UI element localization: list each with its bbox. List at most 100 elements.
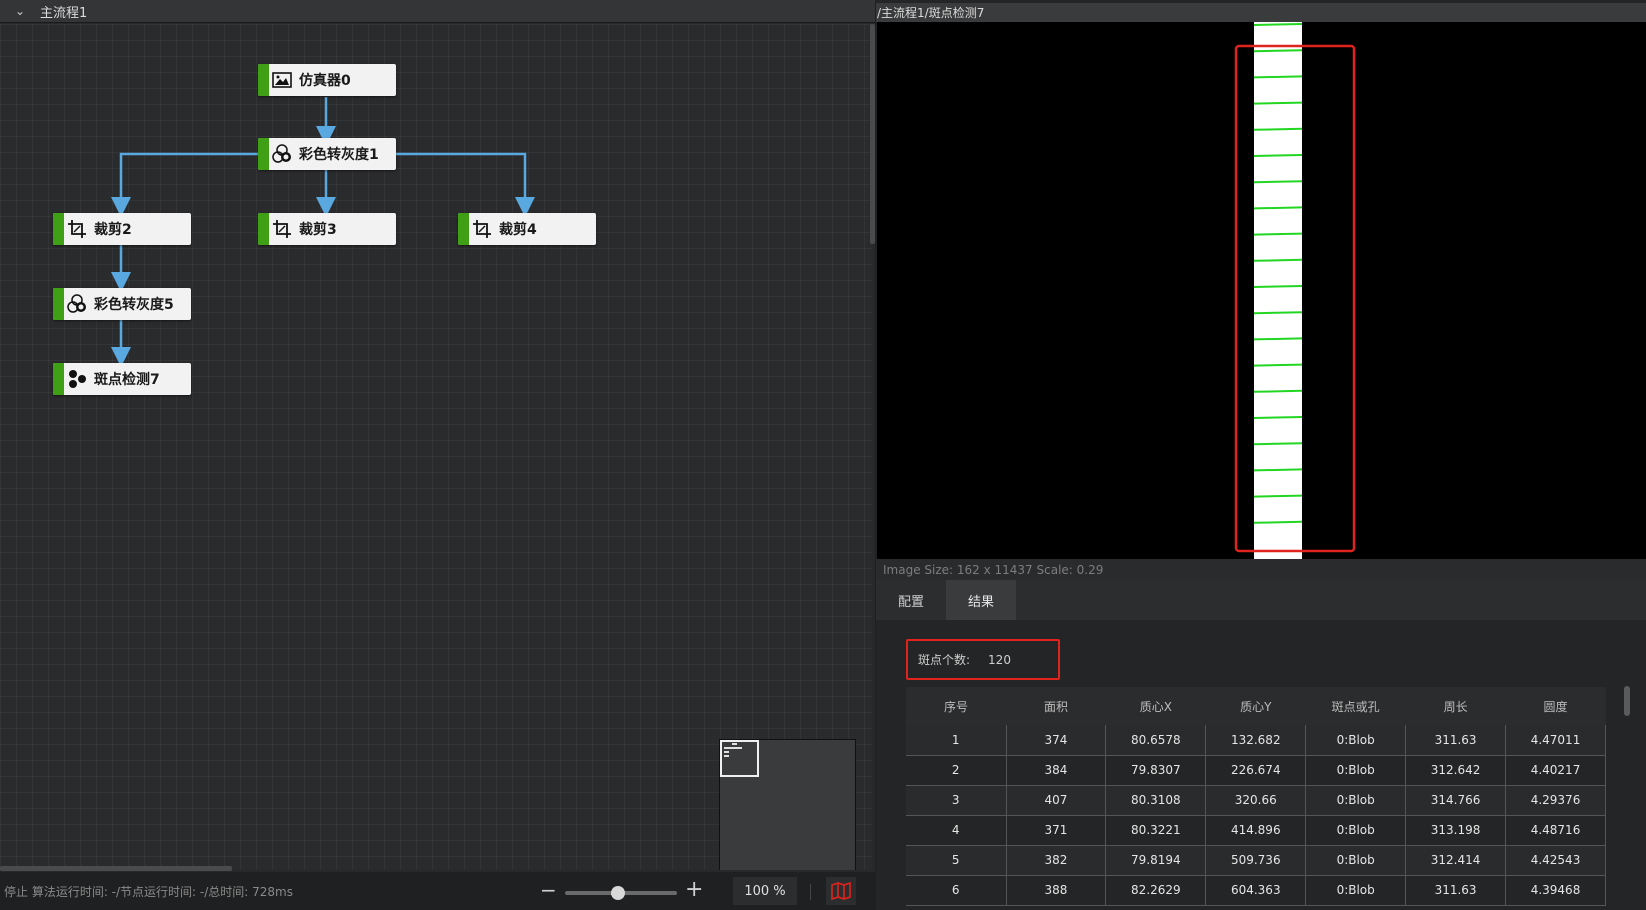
minimap-toggle-button[interactable] — [826, 877, 856, 905]
column-header[interactable]: 斑点或孔 — [1305, 687, 1406, 725]
table-cell: 0:Blob — [1305, 845, 1407, 876]
blob-boundary-line — [1253, 180, 1303, 184]
table-cell: 4.29376 — [1505, 785, 1606, 816]
separator — [810, 884, 811, 900]
blob-boundary-line — [1253, 468, 1303, 472]
blob-boundary-line — [1253, 75, 1303, 79]
flow-editor-panel: ⌄ 主流程1 仿真器0 彩色转灰度1 裁剪2 裁剪3 裁剪4 彩色转灰度5 斑点… — [0, 0, 875, 910]
zoom-in-button[interactable]: + — [685, 879, 703, 901]
table-cell: 0:Blob — [1305, 815, 1407, 846]
table-cell: 2 — [906, 755, 1007, 786]
table-cell: 4.39468 — [1505, 875, 1606, 906]
blob-count-label: 斑点个数: — [918, 653, 971, 667]
color-to-gray-icon — [64, 294, 90, 314]
color-to-gray-icon — [269, 144, 295, 164]
flow-canvas[interactable]: 仿真器0 彩色转灰度1 裁剪2 裁剪3 裁剪4 彩色转灰度5 斑点检测7 — [0, 24, 872, 870]
node-label: 裁剪4 — [499, 222, 537, 238]
blob-boundary-line — [1253, 285, 1303, 288]
table-cell: 388 — [1006, 875, 1107, 906]
crop-icon — [64, 219, 90, 239]
column-header[interactable]: 面积 — [1006, 687, 1106, 725]
zoom-slider-handle[interactable] — [611, 886, 625, 900]
table-row[interactable]: 2 384 79.8307 226.674 0:Blob 312.642 4.40217 — [906, 755, 1606, 786]
node-label: 裁剪3 — [299, 222, 337, 238]
node-blob-detect-7[interactable]: 斑点检测7 — [53, 363, 191, 395]
blob-boundary-line — [1253, 520, 1303, 524]
node-color-to-gray-5[interactable]: 彩色转灰度5 — [53, 288, 191, 320]
table-row[interactable]: 5 382 79.8194 509.736 0:Blob 312.414 4.42543 — [906, 845, 1606, 876]
table-cell: 414.896 — [1205, 815, 1307, 846]
node-status-bar — [258, 138, 269, 170]
table-cell: 226.674 — [1205, 755, 1307, 786]
blob-boundary-line — [1253, 49, 1303, 53]
minimap-viewport[interactable] — [720, 740, 759, 777]
zoom-level[interactable]: 100 % — [733, 877, 797, 905]
results-area: 斑点个数: 120 序号 面积 质心X 质心Y 斑点或孔 周长 圆度 1 374… — [876, 620, 1646, 910]
image-icon — [269, 72, 295, 88]
blob-count-box: 斑点个数: 120 — [906, 639, 1060, 680]
minimap[interactable] — [719, 739, 856, 870]
node-label: 彩色转灰度5 — [94, 297, 174, 313]
node-label: 裁剪2 — [94, 222, 132, 238]
results-table[interactable]: 序号 面积 质心X 质心Y 斑点或孔 周长 圆度 1 374 80.6578 132.… — [906, 687, 1614, 910]
blob-boundary-line — [1253, 23, 1303, 26]
image-viewer[interactable] — [877, 22, 1646, 559]
node-crop-3[interactable]: 裁剪3 — [258, 213, 396, 245]
table-row[interactable]: 4 371 80.3221 414.896 0:Blob 313.198 4.48716 — [906, 815, 1606, 846]
column-header[interactable]: 质心X — [1105, 687, 1206, 725]
blob-boundary-line — [1253, 311, 1303, 315]
edge-1-2 — [111, 152, 258, 217]
node-status-bar — [53, 213, 64, 245]
table-cell: 5 — [906, 845, 1007, 876]
blob-boundary-line — [1253, 416, 1303, 419]
table-cell: 312.414 — [1405, 845, 1507, 876]
table-cell: 80.3221 — [1105, 815, 1207, 846]
column-header[interactable]: 序号 — [906, 687, 1006, 725]
blob-boundary-line — [1253, 154, 1303, 157]
table-cell: 1 — [906, 725, 1007, 756]
table-cell: 80.6578 — [1105, 725, 1207, 756]
table-cell: 132.682 — [1205, 725, 1307, 756]
collapse-chevron-icon[interactable]: ⌄ — [0, 4, 40, 18]
flow-header: ⌄ 主流程1 — [0, 0, 875, 23]
node-color-to-gray-1[interactable]: 彩色转灰度1 — [258, 138, 396, 170]
blob-boundary-line — [1253, 389, 1303, 393]
table-cell: 374 — [1006, 725, 1107, 756]
map-icon — [831, 882, 851, 900]
table-cell: 3 — [906, 785, 1007, 816]
blob-boundary-line — [1253, 442, 1303, 446]
table-cell: 0:Blob — [1305, 875, 1407, 906]
column-header[interactable]: 圆度 — [1505, 687, 1606, 725]
tab-result[interactable]: 结果 — [946, 580, 1016, 620]
column-header[interactable]: 质心Y — [1205, 687, 1306, 725]
table-cell: 4.47011 — [1505, 725, 1606, 756]
node-crop-4[interactable]: 裁剪4 — [458, 213, 596, 245]
tab-config[interactable]: 配置 — [876, 580, 946, 620]
result-tabs: 配置 结果 — [876, 580, 1646, 620]
blob-boundary-line — [1253, 127, 1303, 131]
table-cell: 509.736 — [1205, 845, 1307, 876]
table-row[interactable]: 6 388 82.2629 604.363 0:Blob 311.63 4.39468 — [906, 875, 1606, 906]
node-simulator-0[interactable]: 仿真器0 — [258, 64, 396, 96]
table-scrollbar[interactable] — [1624, 686, 1630, 716]
table-cell: 4.40217 — [1505, 755, 1606, 786]
node-label: 彩色转灰度1 — [299, 147, 379, 163]
table-cell: 407 — [1006, 785, 1107, 816]
blob-boundary-line — [1253, 232, 1303, 236]
node-crop-2[interactable]: 裁剪2 — [53, 213, 191, 245]
table-cell: 0:Blob — [1305, 725, 1407, 756]
blob-boundary-line — [1253, 337, 1303, 341]
table-row[interactable]: 3 407 80.3108 320.66 0:Blob 314.766 4.29376 — [906, 785, 1606, 816]
blob-image — [1234, 22, 1356, 559]
zoom-out-button[interactable]: − — [540, 880, 557, 900]
table-cell: 313.198 — [1405, 815, 1507, 846]
table-cell: 311.63 — [1405, 725, 1507, 756]
table-row[interactable]: 1 374 80.6578 132.682 0:Blob 311.63 4.47011 — [906, 725, 1606, 756]
column-header[interactable]: 周长 — [1405, 687, 1506, 725]
node-label: 斑点检测7 — [94, 372, 160, 388]
horizontal-scrollbar[interactable] — [0, 866, 232, 871]
blob-count-value: 120 — [988, 652, 1011, 667]
table-cell: 4.48716 — [1505, 815, 1606, 846]
vertical-scrollbar[interactable] — [870, 24, 875, 244]
table-cell: 6 — [906, 875, 1007, 906]
